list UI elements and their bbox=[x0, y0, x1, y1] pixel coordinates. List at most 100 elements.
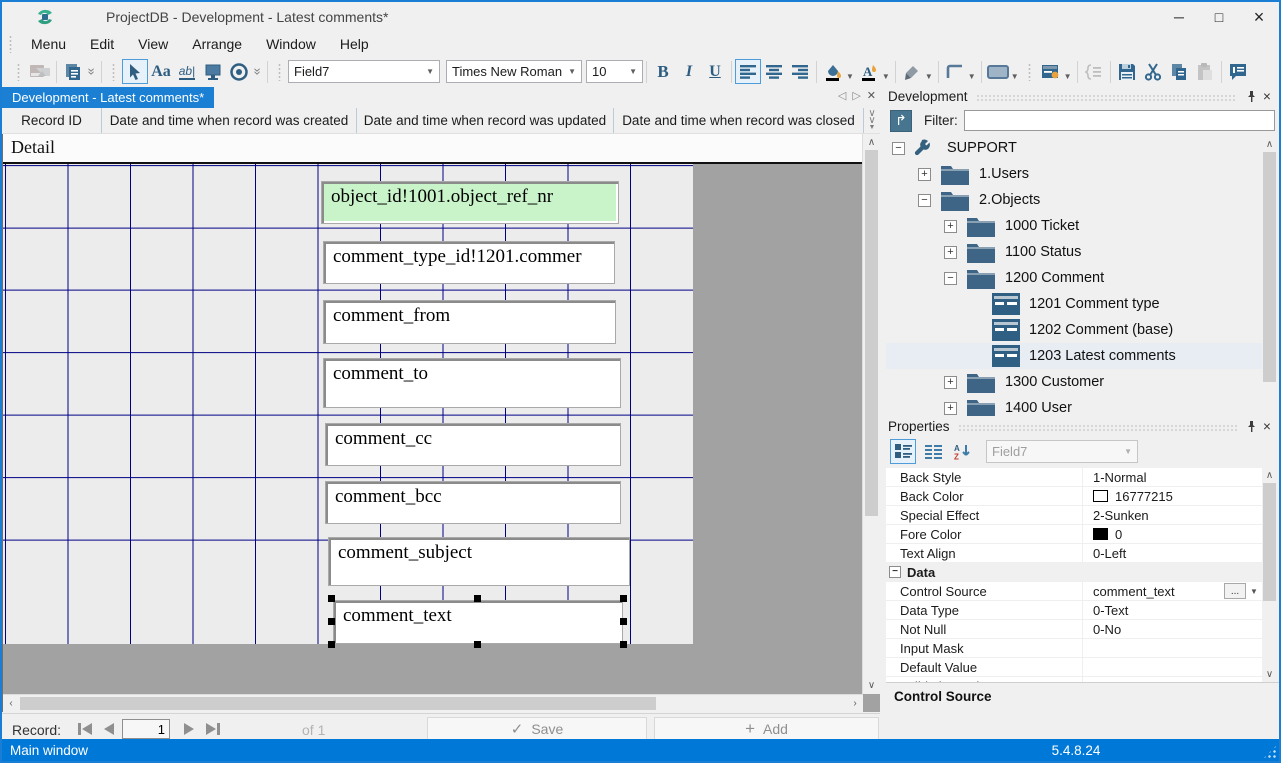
more-options-icon[interactable]: » bbox=[251, 66, 266, 78]
scroll-right-icon[interactable]: › bbox=[849, 698, 861, 709]
tree-item-1000-ticket[interactable]: +1000 Ticket bbox=[886, 213, 1264, 239]
menu-item-view[interactable]: View bbox=[126, 33, 180, 55]
column-header-date-and-time-when-record-was-closed[interactable]: Date and time when record was closed bbox=[614, 108, 864, 133]
property-value[interactable]: comment_text...▼ bbox=[1082, 582, 1264, 600]
property-row-back-style[interactable]: Back Style1-Normal bbox=[886, 468, 1264, 487]
next-record-icon[interactable] bbox=[178, 719, 200, 739]
form-grid-surface[interactable]: object_id!1001.object_ref_nrcomment_type… bbox=[3, 164, 693, 644]
underline-button[interactable]: U bbox=[702, 59, 728, 84]
vertical-scroll-thumb[interactable] bbox=[865, 150, 878, 516]
menu-item-menu[interactable]: Menu bbox=[19, 33, 78, 55]
property-row-fore-color[interactable]: Fore Color0 bbox=[886, 525, 1264, 544]
align-center-icon[interactable] bbox=[761, 59, 787, 84]
property-object-selector[interactable]: Field7 ▼ bbox=[986, 440, 1138, 463]
close-icon[interactable]: × bbox=[1259, 89, 1275, 105]
font-size-combo[interactable]: 10▼ bbox=[586, 60, 643, 83]
textbox-tool-icon[interactable]: ab| bbox=[174, 59, 200, 84]
horizontal-scroll-thumb[interactable] bbox=[20, 697, 656, 710]
shape-icon[interactable] bbox=[985, 59, 1011, 84]
scroll-down-icon[interactable]: ∨ bbox=[863, 680, 880, 691]
bold-button[interactable]: B bbox=[650, 59, 676, 84]
properties-scroll-thumb[interactable] bbox=[1263, 483, 1276, 601]
toolbar-grip[interactable] bbox=[1027, 63, 1032, 81]
pin-icon[interactable] bbox=[1243, 89, 1259, 105]
scroll-up-icon[interactable]: ∧ bbox=[1262, 470, 1277, 481]
image-icon[interactable] bbox=[27, 59, 53, 84]
property-row-control-source[interactable]: Control Sourcecomment_text...▼ bbox=[886, 582, 1264, 601]
comment-icon[interactable] bbox=[1225, 59, 1251, 84]
cut-icon[interactable] bbox=[1140, 59, 1166, 84]
properties-scrollbar[interactable]: ∧ ∨ bbox=[1262, 468, 1277, 682]
tree-item-1203-latest-comments[interactable]: 1203 Latest comments bbox=[886, 343, 1264, 369]
paste-icon[interactable] bbox=[1192, 59, 1218, 84]
toolbar-grip[interactable] bbox=[277, 63, 282, 81]
record-number-input[interactable] bbox=[122, 719, 170, 739]
chevron-down-icon[interactable]: ▼ bbox=[968, 72, 976, 81]
design-field-comment-to[interactable]: comment_to bbox=[323, 358, 621, 408]
tab-scroll-left-icon[interactable]: ◁ bbox=[838, 89, 846, 102]
expand-icon[interactable]: + bbox=[918, 168, 931, 181]
collapse-icon[interactable]: − bbox=[944, 272, 957, 285]
font-name-combo[interactable]: Times New Roman▼ bbox=[446, 60, 582, 83]
vertical-scrollbar[interactable]: ∧ ∨ bbox=[862, 134, 880, 694]
dropdown-button[interactable]: ▼ bbox=[1246, 583, 1262, 599]
menu-item-edit[interactable]: Edit bbox=[78, 33, 126, 55]
sort-az-icon[interactable]: AZ bbox=[950, 439, 976, 464]
property-value[interactable]: 0-Text bbox=[1082, 601, 1264, 619]
design-field-comment-type-id[interactable]: comment_type_id!1201.commer bbox=[323, 241, 615, 284]
panel-tool-icon[interactable] bbox=[200, 59, 226, 84]
chevron-down-icon[interactable]: ▼ bbox=[1064, 72, 1072, 81]
expand-icon[interactable]: + bbox=[944, 402, 957, 415]
close-icon[interactable]: × bbox=[1239, 3, 1279, 31]
chevron-down-icon[interactable]: ▼ bbox=[925, 72, 933, 81]
cursor-icon[interactable] bbox=[122, 59, 148, 84]
tab-development-latest-comments[interactable]: Development - Latest comments* bbox=[2, 87, 214, 108]
property-value[interactable]: 2-Sunken bbox=[1082, 506, 1264, 524]
save-button[interactable]: ✓ Save bbox=[427, 717, 647, 741]
selection-handle[interactable] bbox=[620, 595, 627, 602]
detail-band-header[interactable]: Detail bbox=[3, 134, 863, 164]
fill-color-icon[interactable] bbox=[820, 59, 846, 84]
design-field-comment-cc[interactable]: comment_cc bbox=[325, 423, 621, 466]
close-icon[interactable]: × bbox=[1259, 419, 1275, 435]
property-value[interactable] bbox=[1082, 658, 1264, 676]
expand-icon[interactable]: + bbox=[944, 220, 957, 233]
align-right-icon[interactable] bbox=[787, 59, 813, 84]
design-field-comment-subject[interactable]: comment_subject bbox=[328, 537, 630, 586]
label-tool-icon[interactable]: Aa bbox=[148, 59, 174, 84]
selection-handle[interactable] bbox=[328, 618, 335, 625]
tree-item-support[interactable]: −SUPPORT bbox=[886, 135, 1264, 161]
collapse-icon[interactable]: − bbox=[889, 566, 901, 578]
italic-button[interactable]: I bbox=[676, 59, 702, 84]
save-icon[interactable] bbox=[1114, 59, 1140, 84]
column-header-more-icon[interactable]: ∨∨▼ bbox=[864, 108, 880, 133]
scroll-down-icon[interactable]: ∨ bbox=[1262, 669, 1277, 680]
scroll-up-icon[interactable]: ∧ bbox=[863, 137, 880, 148]
copy-pages-icon[interactable] bbox=[60, 59, 86, 84]
border-corner-icon[interactable] bbox=[942, 59, 968, 84]
design-field-comment-bcc[interactable]: comment_bcc bbox=[325, 481, 621, 524]
property-row-back-color[interactable]: Back Color16777215 bbox=[886, 487, 1264, 506]
tree-item-1300-customer[interactable]: +1300 Customer bbox=[886, 369, 1264, 395]
toolbar-grip[interactable] bbox=[111, 63, 116, 81]
add-button[interactable]: + Add bbox=[654, 717, 879, 741]
selection-handle[interactable] bbox=[620, 641, 627, 648]
radio-tool-icon[interactable] bbox=[226, 59, 252, 84]
collapse-icon[interactable]: − bbox=[918, 194, 931, 207]
column-header-record-id[interactable]: Record ID bbox=[2, 108, 102, 133]
property-value[interactable] bbox=[1082, 639, 1264, 657]
property-value[interactable]: 0-Left bbox=[1082, 544, 1264, 562]
minimize-icon[interactable]: ─ bbox=[1159, 3, 1199, 31]
tree-item-1202-comment-base[interactable]: 1202 Comment (base) bbox=[886, 317, 1264, 343]
more-options-icon[interactable]: » bbox=[85, 66, 100, 78]
column-header-date-and-time-when-record-was-updated[interactable]: Date and time when record was updated bbox=[357, 108, 614, 133]
scroll-up-icon[interactable]: ∧ bbox=[1262, 139, 1277, 150]
tree-item-1201-comment-type[interactable]: 1201 Comment type bbox=[886, 291, 1264, 317]
toolbar-grip[interactable] bbox=[16, 63, 21, 81]
chevron-down-icon[interactable]: ▼ bbox=[882, 72, 890, 81]
design-field-comment-from[interactable]: comment_from bbox=[323, 300, 616, 344]
property-row-data[interactable]: −Data bbox=[886, 563, 1264, 582]
column-header-date-and-time-when-record-was-created[interactable]: Date and time when record was created bbox=[102, 108, 357, 133]
filter-input[interactable] bbox=[964, 110, 1275, 131]
font-color-icon[interactable]: A bbox=[856, 59, 882, 84]
